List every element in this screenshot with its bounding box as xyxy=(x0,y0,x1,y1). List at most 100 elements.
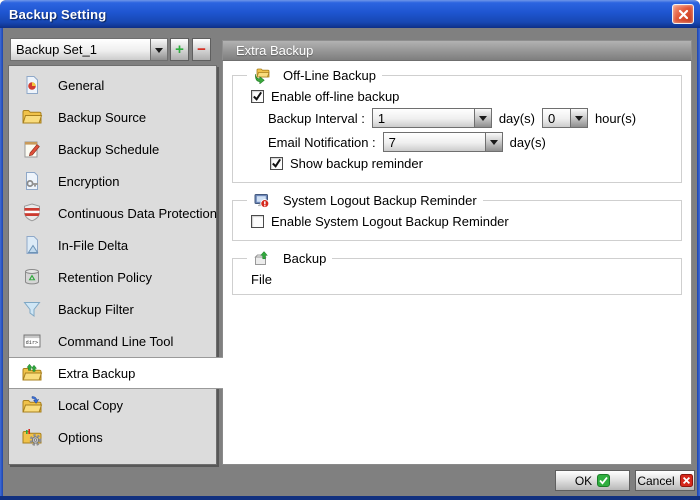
sidebar-item-label: Backup Filter xyxy=(58,302,134,317)
system-logout-reminder-icon xyxy=(253,192,270,209)
minus-icon: − xyxy=(197,42,206,57)
backup-set-select[interactable]: Backup Set_1 xyxy=(10,38,168,61)
options-gear-icon xyxy=(20,426,43,449)
close-icon xyxy=(678,9,689,20)
enable-offline-backup-label: Enable off-line backup xyxy=(271,89,399,104)
extra-backup-folder-icon xyxy=(20,362,43,385)
sidebar-item-general[interactable]: General xyxy=(9,69,216,101)
sidebar-item-label: Backup Source xyxy=(58,110,146,125)
checkmark-icon xyxy=(252,91,263,102)
ok-button[interactable]: OK xyxy=(555,470,630,491)
sidebar-item-extra-backup[interactable]: Extra Backup xyxy=(9,357,223,389)
email-notification-select[interactable]: 7 xyxy=(383,132,503,152)
sidebar-item-label: Local Copy xyxy=(58,398,123,413)
enable-system-logout-label: Enable System Logout Backup Reminder xyxy=(271,214,509,229)
chevron-down-icon xyxy=(474,109,491,127)
enable-offline-backup-checkbox[interactable] xyxy=(251,90,264,103)
backup-interval-days-select[interactable]: 1 xyxy=(372,108,492,128)
window-title: Backup Setting xyxy=(0,7,106,22)
sidebar-item-command-line-tool[interactable]: dir> Command Line Tool xyxy=(9,325,216,357)
checkmark-icon xyxy=(271,158,282,169)
sidebar-item-in-file-delta[interactable]: In-File Delta xyxy=(9,229,216,261)
svg-text:dir>: dir> xyxy=(25,340,37,346)
funnel-icon xyxy=(20,298,43,321)
backup-set-value: Backup Set_1 xyxy=(11,42,150,57)
backup-setting-dialog: Backup Setting Backup Set_1 + − General xyxy=(0,0,700,500)
enable-system-logout-checkbox[interactable] xyxy=(251,215,264,228)
system-logout-legend: System Logout Backup Reminder xyxy=(247,192,483,209)
sidebar-item-retention-policy[interactable]: Retention Policy xyxy=(9,261,216,293)
panel-title: Extra Backup xyxy=(223,43,313,58)
sidebar-item-label: Encryption xyxy=(58,174,119,189)
cancel-button-label: Cancel xyxy=(637,474,674,488)
add-backup-set-button[interactable]: + xyxy=(170,38,189,61)
settings-nav-list: General Backup Source Backup Schedule En… xyxy=(8,65,217,465)
sidebar-item-encryption[interactable]: Encryption xyxy=(9,165,216,197)
email-notification-value: 7 xyxy=(384,135,485,150)
backup-type-group: Backup File xyxy=(232,250,682,295)
sidebar-item-label: Command Line Tool xyxy=(58,334,173,349)
schedule-pencil-icon xyxy=(20,138,43,161)
backup-interval-row: Backup Interval : 1 day(s) 0 hour(s) xyxy=(268,108,675,128)
chevron-down-icon xyxy=(485,133,502,151)
show-backup-reminder-row: Show backup reminder xyxy=(270,156,675,171)
extra-backup-panel: Off-Line Backup Enable off-line backup B… xyxy=(222,61,692,465)
backup-interval-hours-unit: hour(s) xyxy=(595,111,636,126)
offline-backup-icon xyxy=(253,67,270,84)
title-bar: Backup Setting xyxy=(0,0,700,28)
sidebar-item-backup-source[interactable]: Backup Source xyxy=(9,101,216,133)
show-backup-reminder-checkbox[interactable] xyxy=(270,157,283,170)
sidebar-item-label: Continuous Data Protection xyxy=(58,206,217,221)
sidebar-item-backup-schedule[interactable]: Backup Schedule xyxy=(9,133,216,165)
system-logout-legend-label: System Logout Backup Reminder xyxy=(283,193,477,208)
ok-button-label: OK xyxy=(575,474,592,488)
remove-backup-set-button[interactable]: − xyxy=(192,38,211,61)
sidebar-item-backup-filter[interactable]: Backup Filter xyxy=(9,293,216,325)
recycle-bin-icon xyxy=(20,266,43,289)
local-copy-folder-icon xyxy=(20,394,43,417)
backup-interval-days-unit: day(s) xyxy=(499,111,535,126)
sidebar-item-label: In-File Delta xyxy=(58,238,128,253)
backup-interval-days-value: 1 xyxy=(373,111,474,126)
backup-interval-hours-select[interactable]: 0 xyxy=(542,108,588,128)
email-notification-unit: day(s) xyxy=(510,135,546,150)
terminal-window-icon: dir> xyxy=(20,330,43,353)
sidebar-item-cdp[interactable]: Continuous Data Protection xyxy=(9,197,216,229)
dialog-body: Backup Set_1 + − General Backup Source xyxy=(3,28,697,496)
enable-offline-backup-row: Enable off-line backup xyxy=(251,89,675,104)
plus-icon: + xyxy=(175,42,184,57)
sidebar-item-label: Extra Backup xyxy=(58,366,135,381)
backup-type-value: File xyxy=(251,272,675,287)
chevron-down-icon xyxy=(150,39,167,60)
offline-backup-group: Off-Line Backup Enable off-line backup B… xyxy=(232,67,682,183)
cancel-x-icon xyxy=(680,474,693,487)
email-notification-row: Email Notification : 7 day(s) xyxy=(268,132,675,152)
cancel-button[interactable]: Cancel xyxy=(635,470,695,491)
key-document-icon xyxy=(20,170,43,193)
delta-document-icon xyxy=(20,234,43,257)
folder-icon xyxy=(20,106,43,129)
close-button[interactable] xyxy=(672,4,694,24)
window-border-bottom xyxy=(0,496,700,500)
system-logout-group: System Logout Backup Reminder Enable Sys… xyxy=(232,192,682,241)
backup-box-icon xyxy=(253,250,270,267)
sidebar-item-label: Backup Schedule xyxy=(58,142,159,157)
email-notification-label: Email Notification : xyxy=(268,135,376,150)
backup-type-legend: Backup xyxy=(247,250,332,267)
chevron-down-icon xyxy=(570,109,587,127)
offline-backup-legend-label: Off-Line Backup xyxy=(283,68,376,83)
backup-type-legend-label: Backup xyxy=(283,251,326,266)
sidebar-item-local-copy[interactable]: Local Copy xyxy=(9,389,216,421)
general-icon xyxy=(20,74,43,97)
enable-system-logout-row: Enable System Logout Backup Reminder xyxy=(251,214,675,229)
sidebar-item-options[interactable]: Options xyxy=(9,421,216,453)
offline-backup-legend: Off-Line Backup xyxy=(247,67,382,84)
show-backup-reminder-label: Show backup reminder xyxy=(290,156,423,171)
ok-check-icon xyxy=(597,474,610,487)
sidebar-item-label: Retention Policy xyxy=(58,270,152,285)
panel-header: Extra Backup xyxy=(222,40,692,61)
backup-interval-hours-value: 0 xyxy=(543,111,570,126)
shield-icon xyxy=(20,202,43,225)
backup-interval-label: Backup Interval : xyxy=(268,111,365,126)
sidebar-item-label: General xyxy=(58,78,104,93)
